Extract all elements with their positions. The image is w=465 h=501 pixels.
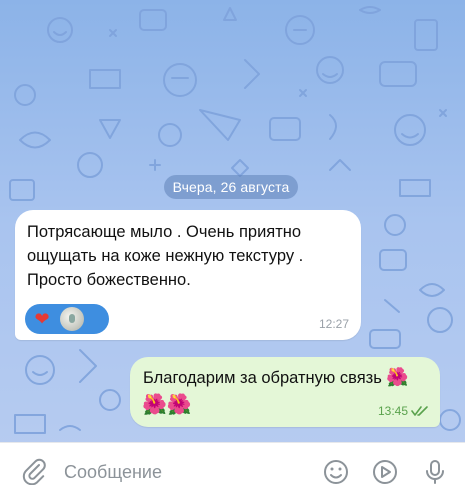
reactions-pill[interactable]: ❤ [25,304,109,334]
outgoing-message-body: Благодарим за обратную связь [143,369,382,387]
paperclip-icon[interactable] [20,457,48,485]
incoming-message-bubble[interactable]: Потрясающе мыло . Очень приятно ощущать … [15,210,361,340]
double-check-icon [411,406,428,416]
face-reaction-icon[interactable] [60,307,84,331]
date-separator: Вчера, 26 августа [164,175,298,199]
emoji-icon[interactable] [322,458,350,486]
hibiscus-emoji: 🌺 [386,367,409,387]
message-input-bar: Сообщение [0,442,465,501]
incoming-message-time: 12:27 [318,317,349,331]
outgoing-message-bubble[interactable]: Благодарим за обратную связь 🌺 🌺🌺 13:45 [130,357,440,427]
video-message-icon[interactable] [371,458,399,486]
chat-area: Вчера, 26 августа Потрясающе мыло . Очен… [0,0,465,440]
heart-reaction-icon[interactable]: ❤ [31,308,53,330]
message-input[interactable]: Сообщение [64,461,162,483]
outgoing-message-time: 13:45 [377,404,408,418]
incoming-message-text: Потрясающе мыло . Очень приятно ощущать … [27,223,304,289]
outgoing-message-text: Благодарим за обратную связь 🌺 [143,366,409,389]
hibiscus-emoji-line: 🌺🌺 [142,394,192,416]
microphone-icon[interactable] [421,458,449,486]
